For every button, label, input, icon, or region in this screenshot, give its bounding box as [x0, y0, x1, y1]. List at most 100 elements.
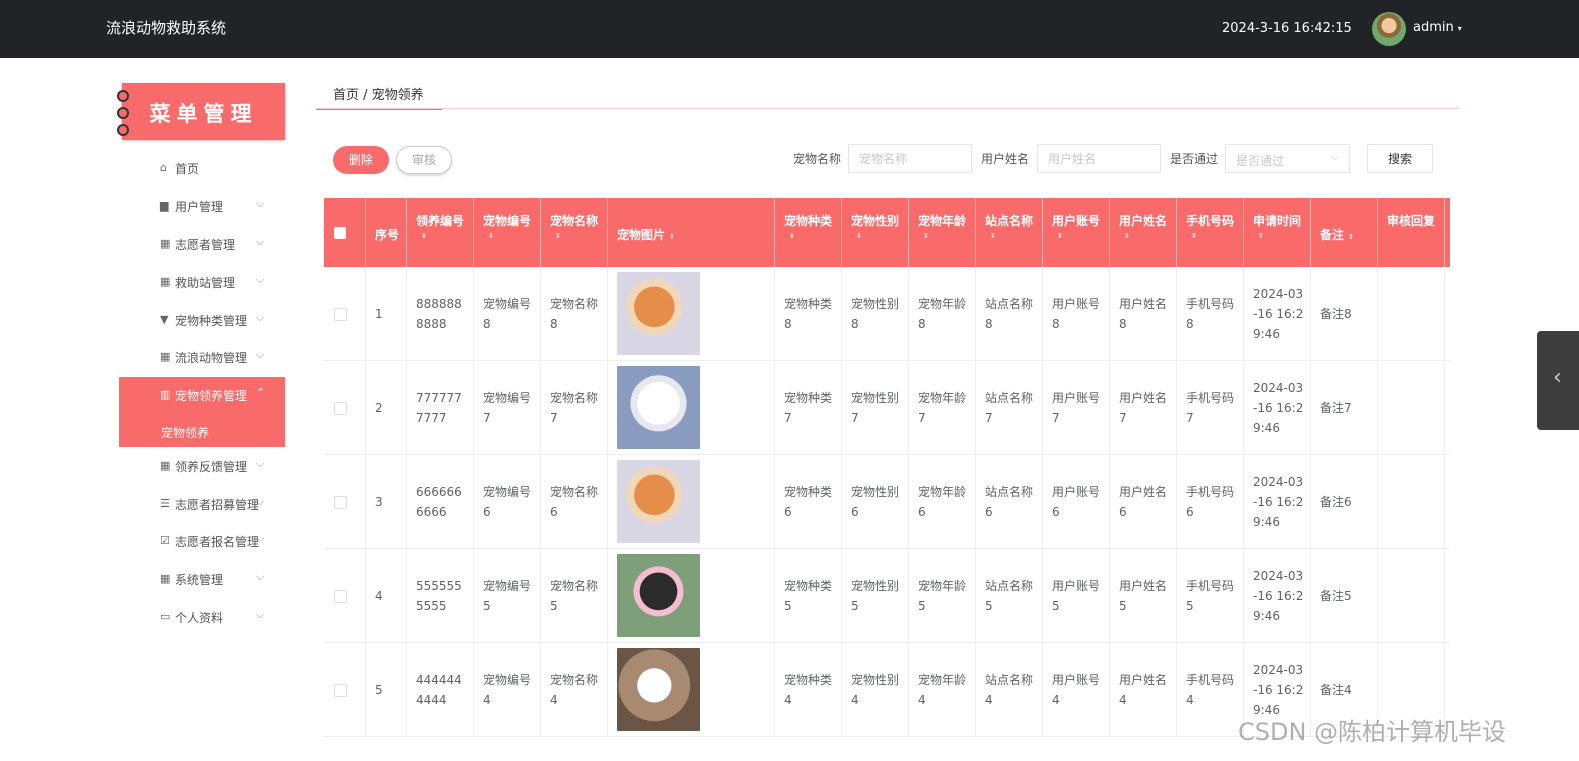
- sidebar-subitem-pet-adoption[interactable]: 宠物领养: [119, 413, 285, 447]
- cell-kind: 宠物种类8: [775, 267, 842, 361]
- header-cell[interactable]: 宠物种类 ⇕: [775, 198, 842, 267]
- pet-image-cell: [608, 549, 775, 643]
- grid-icon: ▦: [160, 350, 171, 363]
- sidebar-item-system[interactable]: ▦ 系统管理 ⌵: [119, 561, 285, 597]
- cell-text: 备注5: [1320, 589, 1352, 603]
- table-row: 1 8888888888 宠物编号8 宠物名称8 宠物种类8 宠物性别8 宠物年龄8 站点名称…: [324, 267, 1450, 361]
- sidebar-item-volunteer-recruit[interactable]: ☰ 志愿者招募管理 ⌵: [119, 486, 285, 522]
- sort-icon[interactable]: ⇕: [856, 233, 862, 240]
- cell-age: 宠物年龄8: [909, 267, 976, 361]
- search-button[interactable]: 搜索: [1367, 144, 1433, 173]
- sort-icon[interactable]: ⇕: [555, 233, 561, 240]
- cell-text: 宠物种类6: [784, 485, 833, 519]
- chevron-down-icon: ⌵: [256, 570, 265, 583]
- cell-reply: [1378, 267, 1445, 361]
- pet-photo[interactable]: [617, 554, 700, 637]
- delete-button[interactable]: 删除: [333, 146, 389, 174]
- sidebar-item-volunteer-signup[interactable]: ☑ 志愿者报名管理 ⌵: [119, 523, 285, 559]
- header-select-all[interactable]: [324, 198, 366, 267]
- sidebar-item-label: 首页: [175, 162, 200, 176]
- sort-icon[interactable]: ⇕: [488, 233, 494, 240]
- sort-icon[interactable]: ⇕: [1258, 233, 1264, 240]
- pet-name-input[interactable]: [848, 144, 972, 173]
- pet-photo[interactable]: [617, 460, 700, 543]
- user-menu[interactable]: admin ▾: [1413, 20, 1462, 35]
- cell-text: 用户账号7: [1052, 391, 1101, 425]
- header-cell[interactable]: 手机号码 ⇕: [1177, 198, 1244, 267]
- passed-select[interactable]: 是否通过 ⌵: [1225, 144, 1350, 173]
- row-checkbox[interactable]: [334, 308, 347, 321]
- header-cell[interactable]: 宠物编号 ⇕: [474, 198, 541, 267]
- sort-icon[interactable]: ⇕: [669, 233, 675, 241]
- chevron-up-icon: ⌃: [256, 386, 266, 399]
- cell-text: 备注6: [1320, 495, 1352, 509]
- cell-text: 宠物性别6: [851, 485, 900, 519]
- sidebar-item-pet-adoption[interactable]: ▥ 宠物领养管理 ⌃: [119, 377, 285, 413]
- cell-reply: [1378, 361, 1445, 455]
- cell-text: 宠物种类5: [784, 579, 833, 613]
- sort-icon[interactable]: ⇕: [923, 233, 929, 240]
- sort-icon[interactable]: ⇕: [990, 233, 996, 240]
- cell-text: 站点名称7: [985, 391, 1034, 425]
- sidebar-item-stray-animals[interactable]: ▦ 流浪动物管理 ⌵: [119, 339, 285, 375]
- cell-text: 宠物名称4: [550, 673, 599, 707]
- cell-time: 2024-03-16 16:29:46: [1244, 455, 1311, 549]
- sidebar-item-pet-kinds[interactable]: ▼ 宠物种类管理 ⌵: [119, 302, 285, 338]
- header-cell[interactable]: 宠物年龄 ⇕: [909, 198, 976, 267]
- sidebar-item-home[interactable]: ⌂ 首页: [119, 150, 285, 186]
- sort-icon[interactable]: ⇕: [1348, 233, 1354, 241]
- collapse-handle[interactable]: ‹: [1537, 331, 1579, 430]
- header-cell[interactable]: 宠物性别 ⇕: [842, 198, 909, 267]
- sidebar-item-stations[interactable]: ▦ 救助站管理 ⌵: [119, 264, 285, 300]
- sort-icon[interactable]: ⇕: [1191, 233, 1197, 240]
- pet-photo[interactable]: [617, 272, 700, 355]
- cell-user: 用户姓名8: [1110, 267, 1177, 361]
- cell-text: 宠物名称5: [550, 579, 599, 613]
- audit-button[interactable]: 审核: [396, 146, 452, 174]
- header-cell[interactable]: 宠物名称 ⇕: [541, 198, 608, 267]
- cell-phone: 手机号码5: [1177, 549, 1244, 643]
- sidebar-item-adoption-feedback[interactable]: ▦ 领养反馈管理 ⌵: [119, 448, 285, 484]
- sort-icon[interactable]: ⇕: [1124, 233, 1130, 240]
- header-cell[interactable]: 宠物图片 ⇕: [608, 198, 775, 267]
- cell-adopt-no: 8888888888: [407, 267, 474, 361]
- pet-photo[interactable]: [617, 648, 700, 731]
- username: admin: [1413, 20, 1454, 35]
- user-name-input[interactable]: [1037, 144, 1161, 173]
- cell-adopt-no: 4444444444: [407, 643, 474, 737]
- sort-icon[interactable]: ⇕: [421, 233, 427, 240]
- header-cell[interactable]: 申请时间 ⇕: [1244, 198, 1311, 267]
- cell-remark: 备注7: [1311, 361, 1378, 455]
- row-checkbox[interactable]: [334, 684, 347, 697]
- select-all-checkbox[interactable]: [334, 227, 346, 239]
- top-bar: 流浪动物救助系统 2024-3-16 16:42:15 admin ▾: [0, 0, 1579, 58]
- cell-text: 宠物性别7: [851, 391, 900, 425]
- cell-text: 2: [375, 401, 383, 415]
- header-cell[interactable]: 领养编号 ⇕: [407, 198, 474, 267]
- header-cell[interactable]: 用户账号 ⇕: [1043, 198, 1110, 267]
- avatar[interactable]: [1372, 12, 1406, 46]
- cell-text: 手机号码6: [1186, 485, 1235, 519]
- sidebar-item-volunteers[interactable]: ▦ 志愿者管理 ⌵: [119, 226, 285, 262]
- cell-text: 2024-03-16 16:29:46: [1253, 475, 1304, 529]
- pet-photo[interactable]: [617, 366, 700, 449]
- cell-gender: 宠物性别8: [842, 267, 909, 361]
- sidebar-item-profile[interactable]: ▭ 个人资料 ⌵: [119, 599, 285, 635]
- sort-icon[interactable]: ⇕: [1057, 233, 1063, 240]
- sidebar-item-label: 用户管理: [175, 200, 224, 214]
- cell-kind: 宠物种类5: [775, 549, 842, 643]
- sidebar-item-users[interactable]: ▆ 用户管理 ⌵: [119, 188, 285, 224]
- row-select-cell: [324, 643, 366, 737]
- header-cell[interactable]: 备注 ⇕: [1311, 198, 1378, 267]
- cell-text: 1: [375, 307, 383, 321]
- row-checkbox[interactable]: [334, 402, 347, 415]
- header-cell[interactable]: 站点名称 ⇕: [976, 198, 1043, 267]
- datetime-display: 2024-3-16 16:42:15: [1222, 21, 1352, 36]
- breadcrumb[interactable]: 首页 / 宠物领养: [316, 76, 442, 110]
- cell-user: 用户姓名6: [1110, 455, 1177, 549]
- header-cell[interactable]: 用户姓名 ⇕: [1110, 198, 1177, 267]
- sort-icon[interactable]: ⇕: [789, 233, 795, 240]
- row-checkbox[interactable]: [334, 590, 347, 603]
- row-checkbox[interactable]: [334, 496, 347, 509]
- cell-text: 宠物种类7: [784, 391, 833, 425]
